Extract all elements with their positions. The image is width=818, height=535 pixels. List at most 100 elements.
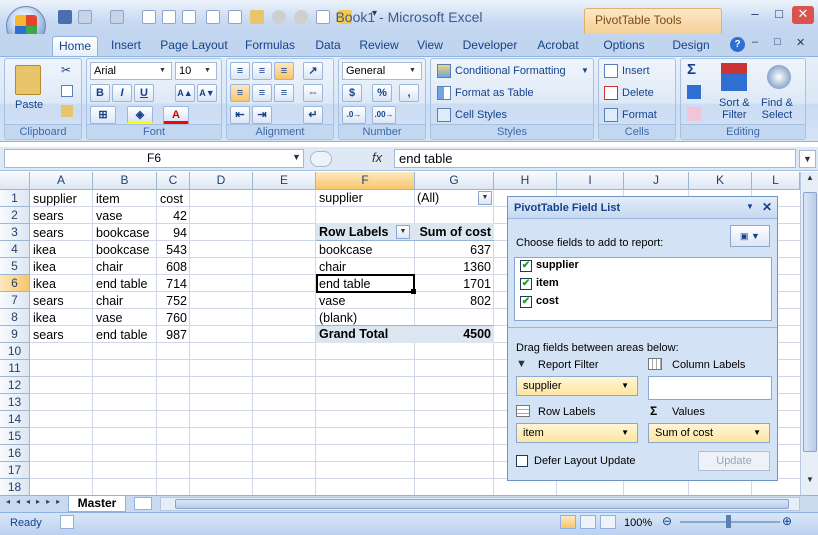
row-header-11[interactable]: 11 [0,360,30,377]
panel-close-icon[interactable]: ✕ [762,200,772,214]
column-header-a[interactable]: A [30,172,93,190]
find-select-button[interactable]: Find & Select [761,97,793,121]
conditional-formatting-button[interactable]: Conditional Formatting [455,65,566,77]
column-header-e[interactable]: E [253,172,316,190]
cell-a4[interactable]: ikea [30,242,93,259]
font-color-icon[interactable]: A [163,106,189,124]
cell-b2[interactable]: vase [93,208,157,225]
fill-handle[interactable] [411,289,416,294]
cell-a6[interactable]: ikea [30,276,93,293]
minimize-button[interactable]: – [744,6,766,24]
ribbon-minimize-button[interactable]: – [752,36,758,48]
row-header-17[interactable]: 17 [0,462,30,479]
column-header-f[interactable]: F [316,172,415,190]
formula-input[interactable]: end table [394,149,796,168]
currency-button[interactable]: $ [342,84,362,102]
cell-c3[interactable]: 94 [157,225,190,242]
align-center-icon[interactable]: ≡ [252,84,272,102]
cell-c2[interactable]: 42 [157,208,190,225]
column-header-g[interactable]: G [415,172,494,190]
row-header-18[interactable]: 18 [0,479,30,496]
maximize-button[interactable]: □ [768,6,790,24]
cell-c5[interactable]: 608 [157,259,190,276]
shrink-font-icon[interactable]: A▼ [197,84,217,102]
font-name-combo[interactable]: Arial ▼ [90,62,172,80]
horizontal-scrollbar[interactable] [160,497,800,511]
name-box[interactable]: F6 [4,149,304,168]
row-pill[interactable]: item ▼ [516,423,638,443]
row-header-5[interactable]: 5 [0,258,30,275]
tab-data[interactable]: Data [308,36,348,56]
cell-b3[interactable]: bookcase [93,225,157,242]
sheet-tab-master[interactable]: Master [68,496,126,512]
cell-c7[interactable]: 752 [157,293,190,310]
pivot-row-label[interactable]: vase [316,293,415,310]
zoom-in-icon[interactable]: ⊕ [782,514,792,528]
filter-pill[interactable]: supplier ▼ [516,376,638,396]
column-labels-drop-area[interactable] [648,376,772,400]
column-header-c[interactable]: C [157,172,190,190]
defer-layout-checkbox[interactable] [516,455,528,467]
page-break-view-icon[interactable] [600,515,616,529]
tab-page-layout[interactable]: Page Layout [156,36,232,56]
format-painter-icon[interactable] [61,105,73,117]
pivot-grand-total-label[interactable]: Grand Total [316,326,391,343]
pivot-filter-label[interactable]: supplier [316,190,366,207]
cell-styles-button[interactable]: Cell Styles [455,109,507,121]
cell-a5[interactable]: ikea [30,259,93,276]
macro-record-icon[interactable] [60,515,74,529]
decrease-decimal-icon[interactable]: .00→ [372,106,396,124]
zoom-out-icon[interactable]: ⊖ [662,514,672,528]
cell-c8[interactable]: 760 [157,310,190,327]
ribbon-restore-button[interactable]: □ [774,36,781,48]
tab-design[interactable]: Design [666,36,716,56]
row-header-3[interactable]: 3 [0,224,30,241]
decrease-indent-icon[interactable]: ⇤ [230,106,250,124]
percent-button[interactable]: % [372,84,392,102]
page-layout-view-icon[interactable] [580,515,596,529]
name-box-dropdown-icon[interactable]: ▼ [292,152,301,162]
format-cells-button[interactable]: Format [622,109,657,121]
row-header-4[interactable]: 4 [0,241,30,258]
row-header-7[interactable]: 7 [0,292,30,309]
tab-formulas[interactable]: Formulas [240,36,300,56]
grow-font-icon[interactable]: A▲ [175,84,195,102]
field-checkbox-supplier[interactable]: ✔ [520,260,532,272]
tab-options[interactable]: Options [596,36,652,56]
tab-developer[interactable]: Developer [456,36,524,56]
zoom-level[interactable]: 100% [624,517,652,529]
row-header-13[interactable]: 13 [0,394,30,411]
select-all-button[interactable] [0,172,30,190]
align-bottom-icon[interactable]: ≡ [274,62,294,80]
workbook-close-button[interactable]: ✕ [796,36,805,49]
delete-cells-button[interactable]: Delete [622,87,654,99]
column-header-b[interactable]: B [93,172,157,190]
update-button[interactable]: Update [698,451,770,471]
row-header-6[interactable]: 6 [0,275,30,292]
row-header-1[interactable]: 1 [0,190,30,207]
number-format-combo[interactable]: General ▼ [342,62,422,80]
sheet-nav-icons[interactable]: ◂◂◂▸▸▸ [6,497,66,506]
fill-color-icon[interactable]: ◈ [127,106,153,124]
align-top-icon[interactable]: ≡ [230,62,250,80]
cell-a9[interactable]: sears [30,327,93,344]
align-middle-icon[interactable]: ≡ [252,62,272,80]
value-pill[interactable]: Sum of cost ▼ [648,423,770,443]
tab-home[interactable]: Home [52,36,98,56]
bold-button[interactable]: B [90,84,110,102]
comma-button[interactable]: , [399,84,419,102]
fill-icon[interactable] [687,85,701,99]
row-header-16[interactable]: 16 [0,445,30,462]
normal-view-icon[interactable] [560,515,576,529]
expand-formula-bar-icon[interactable]: ▼ [799,150,816,168]
row-labels-dropdown-icon[interactable]: ▼ [396,225,410,239]
row-header-12[interactable]: 12 [0,377,30,394]
cell-c4[interactable]: 543 [157,242,190,259]
cell-a8[interactable]: ikea [30,310,93,327]
autosum-button[interactable]: Σ [687,61,696,78]
pivot-row-value[interactable]: 1701 [415,276,494,293]
cell-a1[interactable]: supplier [30,191,93,208]
pivot-row-value[interactable]: 1360 [415,259,494,276]
increase-indent-icon[interactable]: ⇥ [252,106,272,124]
formula-bar-expand-icon[interactable] [310,151,332,167]
